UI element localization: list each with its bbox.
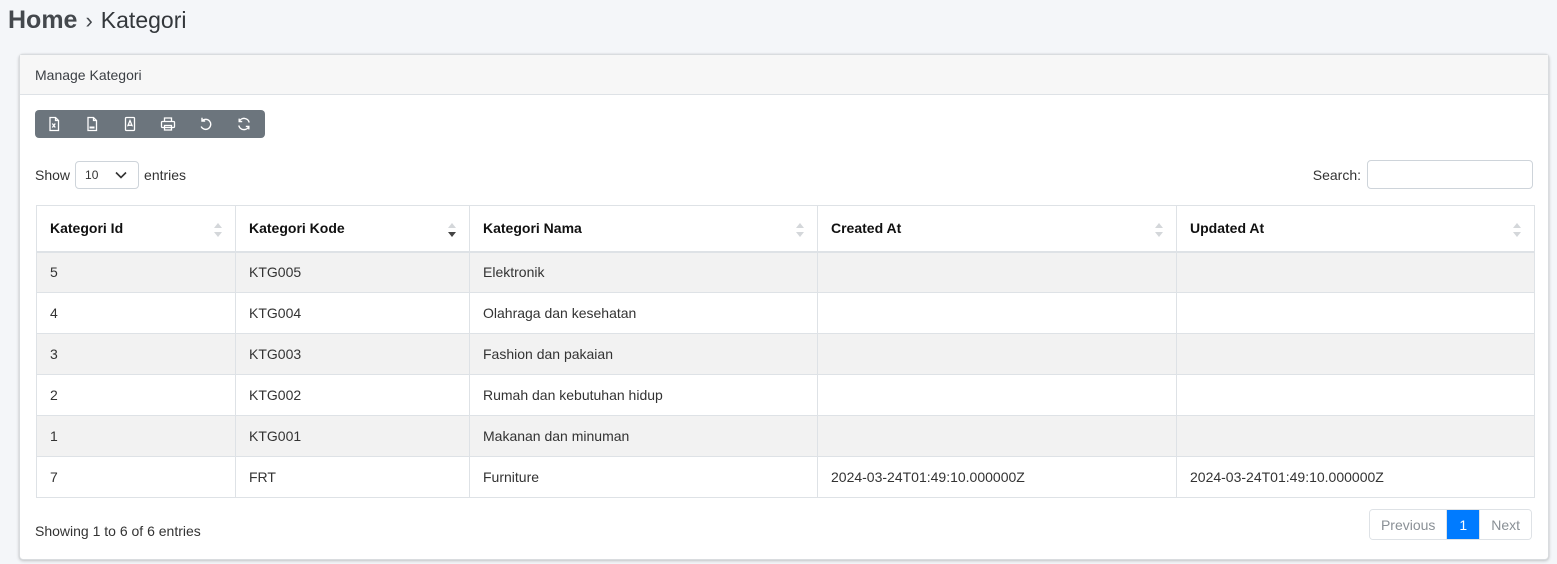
file-csv-icon — [87, 116, 98, 132]
card-header: Manage Kategori — [20, 55, 1548, 95]
rotate-ccw-icon — [200, 117, 212, 131]
cell-updated-at — [1176, 292, 1535, 334]
cell-kategori-nama: Makanan dan minuman — [469, 415, 818, 457]
column-header-kategori-kode[interactable]: Kategori Kode — [235, 205, 470, 253]
breadcrumb: Home › Kategori — [8, 6, 186, 35]
reload-button[interactable] — [225, 110, 263, 138]
cell-kategori-nama: Elektronik — [469, 251, 818, 293]
sort-icon — [1155, 223, 1163, 237]
print-button[interactable] — [149, 110, 187, 138]
cell-kategori-kode: KTG005 — [235, 251, 470, 293]
length-control: Show 10 entries — [35, 161, 186, 189]
cell-kategori-id: 2 — [36, 374, 236, 416]
sort-icon — [214, 223, 222, 237]
column-header-label: Kategori Nama — [483, 220, 582, 237]
file-pdf-icon — [124, 116, 136, 132]
cell-kategori-nama: Furniture — [469, 456, 818, 498]
cell-kategori-kode: KTG003 — [235, 333, 470, 375]
next-page-button[interactable]: Next — [1479, 510, 1531, 539]
cell-updated-at — [1176, 333, 1535, 375]
cell-created-at — [817, 333, 1177, 375]
table-header-row: Kategori Id Kategori Kode Kategori Nama … — [36, 205, 1535, 253]
cell-kategori-kode: KTG004 — [235, 292, 470, 334]
entries-label: entries — [144, 167, 187, 183]
column-header-updated-at[interactable]: Updated At — [1176, 205, 1535, 253]
search-label: Search: — [1312, 166, 1361, 183]
table-row: 1 KTG001 Makanan dan minuman — [36, 415, 1535, 457]
breadcrumb-separator: › — [85, 8, 93, 33]
file-excel-icon — [49, 116, 60, 132]
refresh-icon — [238, 117, 250, 131]
export-csv-button[interactable] — [73, 110, 111, 138]
entries-select[interactable]: 10 — [75, 161, 140, 189]
column-header-label: Kategori Id — [50, 220, 124, 237]
search-control: Search: — [1313, 160, 1533, 189]
table-row: 3 KTG003 Fashion dan pakaian — [36, 333, 1535, 375]
chevron-down-icon — [115, 171, 127, 179]
column-header-kategori-nama[interactable]: Kategori Nama — [469, 205, 818, 253]
cell-created-at — [817, 415, 1177, 457]
cell-created-at — [817, 251, 1177, 293]
cell-kategori-id: 4 — [36, 292, 236, 334]
sort-icon — [796, 223, 804, 237]
cell-kategori-kode: KTG002 — [235, 374, 470, 416]
cell-updated-at: 2024-03-24T01:49:10.000000Z — [1176, 456, 1535, 498]
cell-kategori-id: 1 — [36, 415, 236, 457]
table-row: 4 KTG004 Olahraga dan kesehatan — [36, 292, 1535, 334]
cell-kategori-id: 7 — [36, 456, 236, 498]
card-title: Manage Kategori — [35, 66, 142, 83]
cell-kategori-nama: Fashion dan pakaian — [469, 333, 818, 375]
manage-kategori-card: Manage Kategori Show 10 entries Search: … — [19, 54, 1549, 560]
cell-updated-at — [1176, 251, 1535, 293]
cell-created-at — [817, 292, 1177, 334]
cell-created-at: 2024-03-24T01:49:10.000000Z — [817, 456, 1177, 498]
cell-created-at — [817, 374, 1177, 416]
column-header-label: Kategori Kode — [249, 220, 345, 237]
export-toolbar — [35, 110, 265, 138]
column-header-label: Created At — [831, 220, 902, 237]
cell-kategori-nama: Olahraga dan kesehatan — [469, 292, 818, 334]
printer-icon — [160, 117, 176, 131]
cell-kategori-nama: Rumah dan kebutuhan hidup — [469, 374, 818, 416]
cell-updated-at — [1176, 415, 1535, 457]
column-header-created-at[interactable]: Created At — [817, 205, 1177, 253]
column-header-label: Updated At — [1190, 220, 1265, 237]
cell-updated-at — [1176, 374, 1535, 416]
cell-kategori-kode: KTG001 — [235, 415, 470, 457]
sort-icon — [1513, 223, 1521, 237]
breadcrumb-current: Kategori — [100, 7, 187, 33]
export-excel-button[interactable] — [35, 110, 73, 138]
sort-desc-icon — [448, 223, 456, 237]
table-row: 7 FRT Furniture 2024-03-24T01:49:10.0000… — [36, 456, 1535, 498]
entries-select-value: 10 — [85, 168, 99, 182]
export-pdf-button[interactable] — [111, 110, 149, 138]
breadcrumb-home[interactable]: Home — [8, 6, 77, 35]
cell-kategori-kode: FRT — [235, 456, 470, 498]
column-header-kategori-id[interactable]: Kategori Id — [36, 205, 236, 253]
table-row: 5 KTG005 Elektronik — [36, 251, 1535, 293]
reset-button[interactable] — [187, 110, 225, 138]
table-row: 2 KTG002 Rumah dan kebutuhan hidup — [36, 374, 1535, 416]
kategori-table: Kategori Id Kategori Kode Kategori Nama … — [36, 205, 1535, 498]
table-info: Showing 1 to 6 of 6 entries — [35, 523, 201, 539]
previous-page-button[interactable]: Previous — [1369, 510, 1448, 539]
page-1-button[interactable]: 1 — [1447, 510, 1480, 539]
cell-kategori-id: 3 — [36, 333, 236, 375]
search-input[interactable] — [1367, 160, 1533, 189]
show-label: Show — [35, 167, 71, 183]
cell-kategori-id: 5 — [36, 251, 236, 293]
pagination: Previous 1 Next — [1368, 509, 1532, 540]
